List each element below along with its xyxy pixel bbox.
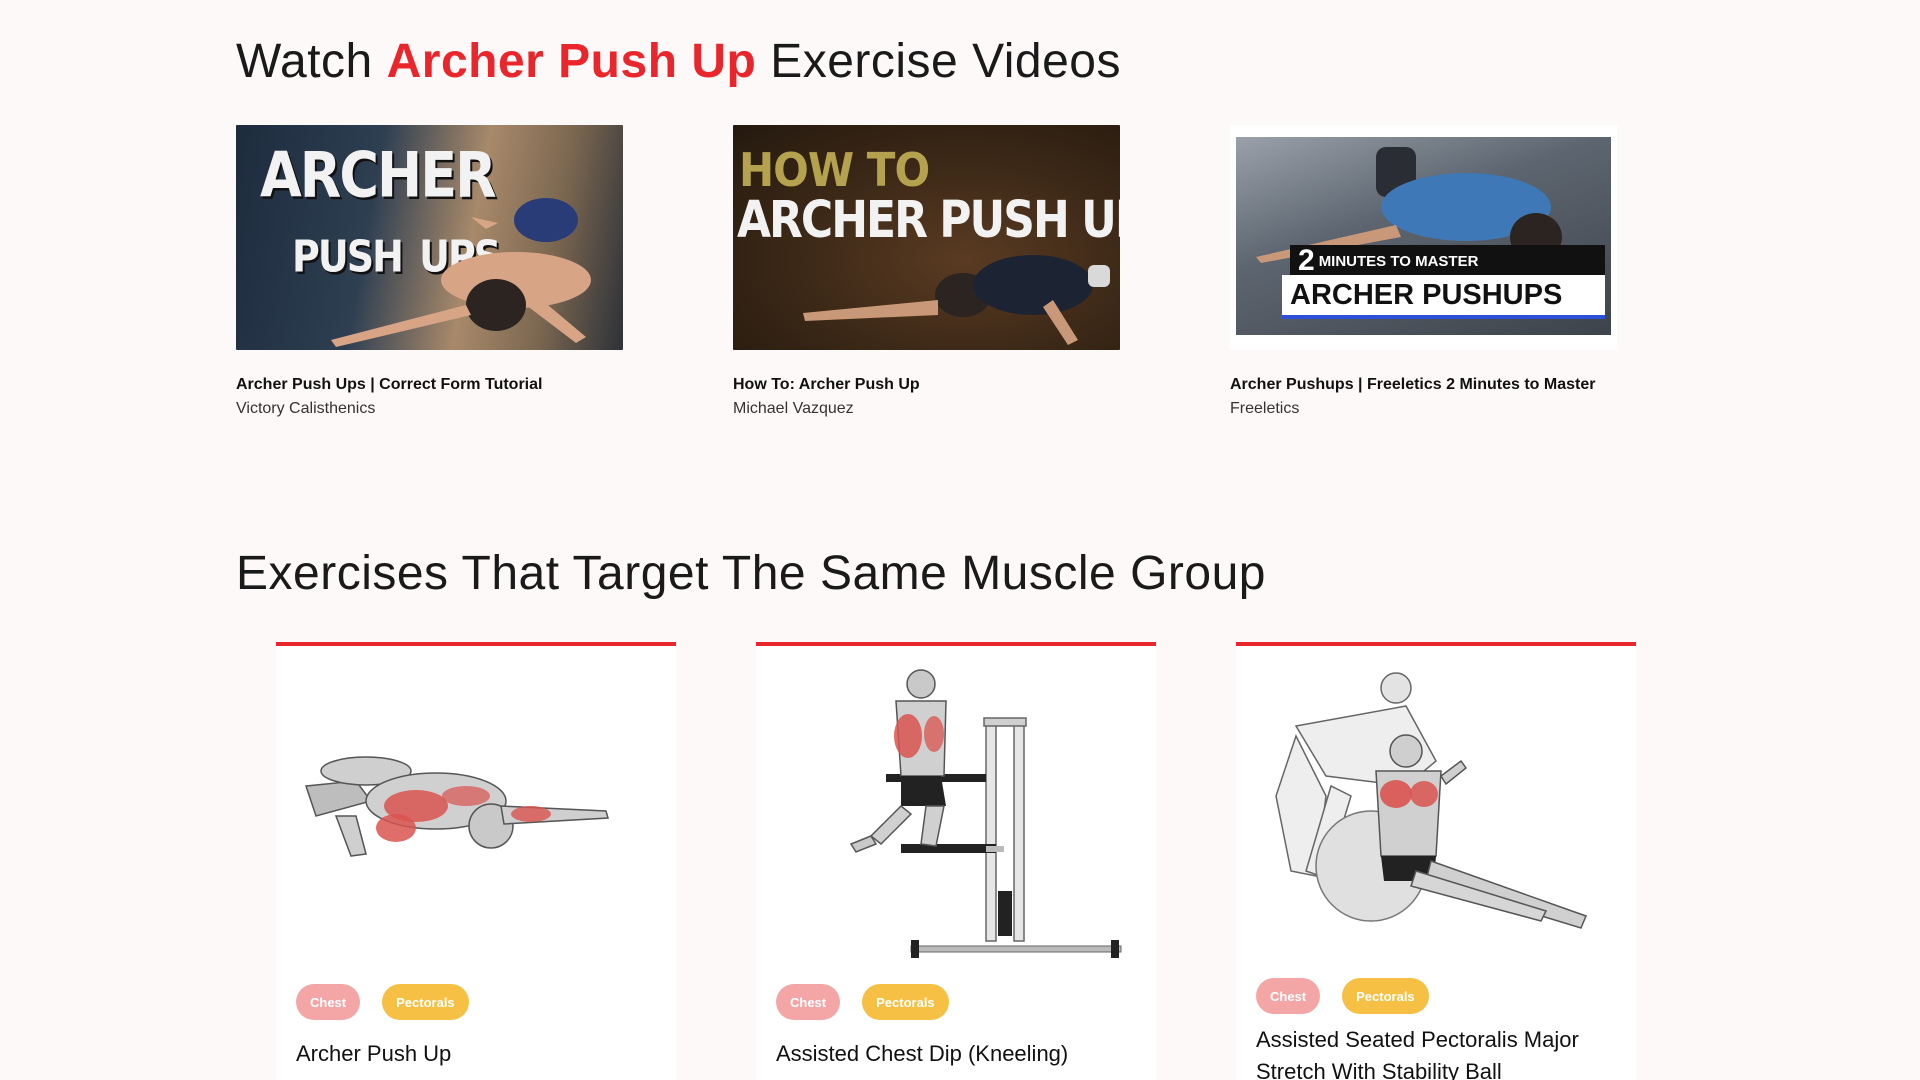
video-thumbnail[interactable]: ARCHER PUSH UPS (236, 125, 623, 350)
tag-pectorals[interactable]: Pectorals (1342, 978, 1429, 1014)
video-channel: Freeletics (1230, 400, 1300, 417)
athlete-figure (803, 255, 1110, 345)
video-title[interactable]: Archer Pushups | Freeletics 2 Minutes to… (1230, 376, 1630, 394)
tag-chest[interactable]: Chest (776, 984, 841, 1020)
video-card[interactable]: HOW TO ARCHER PUSH UP How To: Archer Pus… (733, 125, 1133, 418)
videos-heading-prefix: Watch (236, 35, 373, 88)
exercise-illustration (1275, 672, 1587, 929)
athlete-figure (331, 198, 591, 347)
thumbnail-text: MINUTES TO MASTER (1318, 252, 1479, 270)
thumbnail-banner: 2 MINUTES TO MASTER (1290, 244, 1605, 277)
exercise-title[interactable]: Assisted Chest Dip (Kneeling) (776, 1038, 1136, 1070)
video-card[interactable]: ARCHER PUSH UPS Archer Push Ups | Correc… (236, 125, 636, 418)
muscle-tags: Chest Pectorals (296, 984, 469, 1020)
page: Watch Archer Push Up Exercise Videos ARC… (0, 0, 1920, 1080)
videos-heading-exercise-name: Archer Push Up (386, 35, 757, 88)
tag-chest[interactable]: Chest (1256, 978, 1321, 1014)
video-title[interactable]: How To: Archer Push Up (733, 376, 1133, 394)
exercise-illustration (304, 756, 609, 857)
exercise-card[interactable]: Chest Pectorals Archer Push Up (276, 642, 676, 1080)
tag-chest[interactable]: Chest (296, 984, 361, 1020)
video-thumbnail[interactable]: 2 MINUTES TO MASTER ARCHER PUSHUPS (1230, 125, 1617, 350)
video-card[interactable]: 2 MINUTES TO MASTER ARCHER PUSHUPS Arche… (1230, 125, 1630, 418)
videos-heading: Watch Archer Push Up Exercise Videos (236, 34, 1121, 89)
video-thumbnail[interactable]: HOW TO ARCHER PUSH UP (733, 125, 1120, 350)
muscle-tags: Chest Pectorals (776, 984, 949, 1020)
video-title[interactable]: Archer Push Ups | Correct Form Tutorial (236, 376, 636, 394)
muscle-tags: Chest Pectorals (1256, 978, 1429, 1014)
video-channel: Michael Vazquez (733, 400, 854, 417)
videos-heading-suffix: Exercise Videos (770, 35, 1121, 88)
tag-pectorals[interactable]: Pectorals (382, 984, 469, 1020)
video-channel: Victory Calisthenics (236, 400, 376, 417)
same-muscle-heading: Exercises That Target The Same Muscle Gr… (236, 547, 1266, 600)
thumbnail-number: 2 (1298, 244, 1315, 277)
exercise-illustration (849, 669, 1122, 958)
exercise-title[interactable]: Archer Push Up (296, 1038, 656, 1070)
thumbnail-text: ARCHER PUSHUPS (1282, 275, 1605, 319)
exercise-card[interactable]: Chest Pectorals Assisted Seated Pectoral… (1236, 642, 1636, 1080)
exercise-card[interactable]: Chest Pectorals Assisted Chest Dip (Knee… (756, 642, 1156, 1080)
exercise-title[interactable]: Assisted Seated Pectoralis Major Stretch… (1256, 1024, 1616, 1080)
tag-pectorals[interactable]: Pectorals (862, 984, 949, 1020)
